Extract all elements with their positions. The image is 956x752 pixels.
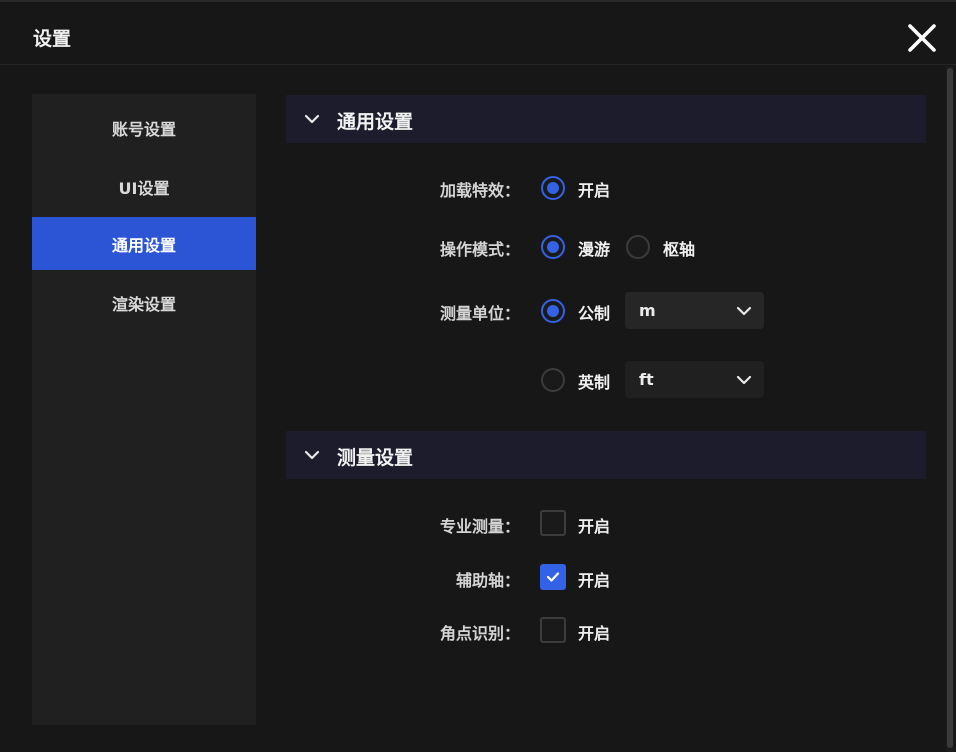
aux-axis-label: 辅助轴： xyxy=(455,571,520,590)
unit-metric-label: 公制 xyxy=(578,304,611,323)
unit-imperial-radio[interactable] xyxy=(541,368,565,392)
section-measure-header[interactable]: 测量设置 xyxy=(286,431,926,479)
corner-detect-label: 角点识别： xyxy=(439,624,520,643)
imperial-unit-value: ft xyxy=(639,370,654,389)
check-icon xyxy=(546,572,560,582)
mode-pivot-radio[interactable] xyxy=(626,235,650,259)
settings-sidebar: 账号设置 UI设置 通用设置 渲染设置 xyxy=(32,94,256,725)
corner-detect-option: 开启 xyxy=(578,624,611,643)
operation-mode-label: 操作模式： xyxy=(439,240,520,259)
measure-unit-label: 测量单位： xyxy=(439,304,520,323)
content-scrollbar[interactable] xyxy=(946,66,954,752)
metric-unit-value: m xyxy=(639,301,656,320)
sidebar-item-account[interactable]: 账号设置 xyxy=(32,101,256,154)
corner-detect-checkbox[interactable] xyxy=(540,617,566,643)
sidebar-item-label: 账号设置 xyxy=(111,119,176,139)
aux-axis-option: 开启 xyxy=(578,571,611,590)
chevron-down-icon xyxy=(736,375,752,385)
sidebar-item-label: UI设置 xyxy=(118,178,170,198)
unit-imperial-label: 英制 xyxy=(578,373,611,392)
imperial-unit-select[interactable]: ft xyxy=(625,361,764,398)
professional-measure-option: 开启 xyxy=(578,517,611,536)
scrollbar-thumb[interactable] xyxy=(947,68,953,748)
professional-measure-checkbox[interactable] xyxy=(540,510,566,536)
chevron-down-icon xyxy=(736,306,752,316)
close-icon xyxy=(908,24,936,52)
sidebar-item-label: 通用设置 xyxy=(111,235,176,255)
sidebar-item-label: 渲染设置 xyxy=(111,294,176,314)
mode-roam-radio[interactable] xyxy=(541,235,565,259)
sidebar-item-general[interactable]: 通用设置 xyxy=(32,217,256,270)
professional-measure-label: 专业测量： xyxy=(439,517,520,536)
sidebar-item-ui[interactable]: UI设置 xyxy=(32,160,256,213)
close-button[interactable] xyxy=(905,21,939,55)
metric-unit-select[interactable]: m xyxy=(625,292,764,329)
section-title: 通用设置 xyxy=(337,111,414,133)
load-effects-on-radio[interactable] xyxy=(541,176,565,200)
load-effects-on-label: 开启 xyxy=(578,181,611,200)
section-general-header[interactable]: 通用设置 xyxy=(286,95,926,143)
unit-metric-radio[interactable] xyxy=(541,299,565,323)
title-bar: 设置 xyxy=(0,2,956,65)
mode-roam-label: 漫游 xyxy=(578,240,611,259)
sidebar-item-render[interactable]: 渲染设置 xyxy=(32,276,256,329)
chevron-down-icon xyxy=(304,114,320,124)
window-title: 设置 xyxy=(33,28,72,50)
chevron-down-icon xyxy=(304,450,320,460)
mode-pivot-label: 枢轴 xyxy=(663,240,696,259)
load-effects-label: 加载特效： xyxy=(439,181,520,200)
aux-axis-checkbox[interactable] xyxy=(540,564,566,590)
section-title: 测量设置 xyxy=(337,447,414,469)
settings-window: 设置 账号设置 UI设置 通用设置 渲染设置 通用设置 加载特效： 开启 操作模… xyxy=(0,0,956,752)
